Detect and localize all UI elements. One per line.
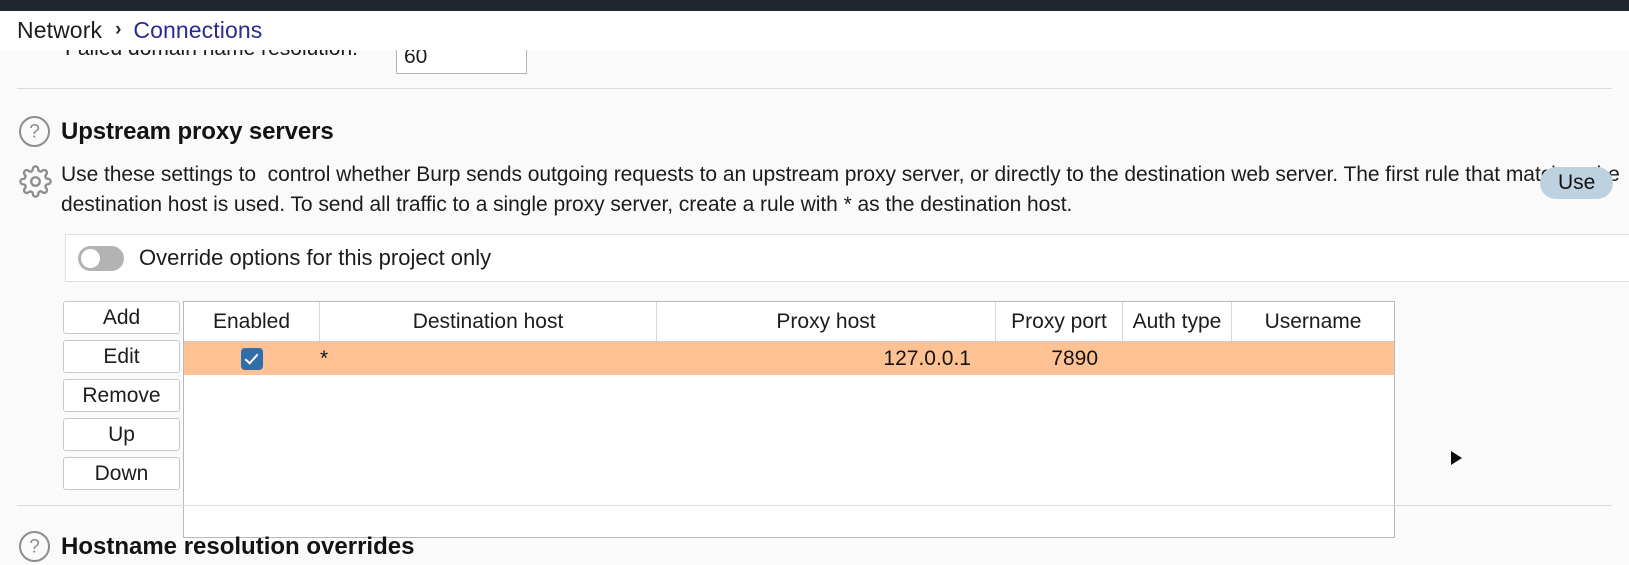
table-header-row: Enabled Destination host Proxy host Prox… [184,302,1394,342]
table-action-buttons: Add Edit Remove Up Down [63,301,180,496]
edit-button[interactable]: Edit [63,340,180,373]
column-header-auth-type[interactable]: Auth type [1123,302,1232,341]
hostname-resolution-section-header: Hostname resolution overrides [19,528,414,565]
section-header: Upstream proxy servers [19,116,334,147]
down-button[interactable]: Down [63,457,180,490]
row-enabled-checkbox[interactable] [241,347,263,370]
chevron-right-icon: › [115,19,122,40]
column-header-proxy-port[interactable]: Proxy port [996,302,1123,341]
cell-proxy-port: 7890 [1051,346,1098,370]
window-titlebar [0,0,1629,11]
table-row[interactable]: * 127.0.0.1 7890 [184,342,1394,375]
up-button[interactable]: Up [63,418,180,451]
use-settings-button[interactable]: Use [1540,167,1614,199]
failed-domain-resolution-input[interactable]: 60 [396,50,527,74]
toggle-knob [81,248,100,268]
gear-icon[interactable] [19,165,52,198]
add-button[interactable]: Add [63,301,180,334]
cell-proxy-host: 127.0.0.1 [883,346,971,370]
cell-enabled[interactable] [184,342,320,375]
override-options-toggle[interactable] [78,245,124,271]
column-header-proxy-host[interactable]: Proxy host [657,302,996,341]
breadcrumb: Network › Connections [0,11,1629,50]
override-options-label: Override options for this project only [139,245,492,270]
question-circle-icon[interactable] [19,116,50,147]
override-options-panel: Override options for this project only [65,234,1629,282]
burp-settings-window: Network › Connections Failed domain name… [0,0,1629,565]
breadcrumb-item-connections[interactable]: Connections [133,17,262,44]
section-description-block: Use these settings to control whether Bu… [19,160,1629,220]
section-description: Use these settings to control whether Bu… [61,163,1626,216]
failed-domain-resolution-row: Failed domain name resolution: 60 [0,50,1629,88]
section-divider-bottom [17,505,1612,506]
mouse-cursor [1451,451,1462,465]
column-header-enabled[interactable]: Enabled [184,302,320,341]
upstream-proxy-rules-table[interactable]: Enabled Destination host Proxy host Prox… [183,301,1395,538]
breadcrumb-item-network[interactable]: Network [17,17,102,44]
failed-domain-resolution-label: Failed domain name resolution: [65,50,358,61]
page-title: Upstream proxy servers [61,117,334,145]
cell-auth-type [1123,342,1232,375]
cell-destination-host: * [320,346,329,370]
cell-username [1232,342,1394,375]
column-header-username[interactable]: Username [1232,302,1394,341]
settings-scroll-area[interactable]: Failed domain name resolution: 60 Upstre… [0,50,1629,565]
question-circle-icon[interactable] [19,531,50,562]
hostname-resolution-title: Hostname resolution overrides [61,532,415,560]
column-header-destination-host[interactable]: Destination host [320,302,657,341]
section-divider-top [17,88,1612,89]
remove-button[interactable]: Remove [63,379,180,412]
